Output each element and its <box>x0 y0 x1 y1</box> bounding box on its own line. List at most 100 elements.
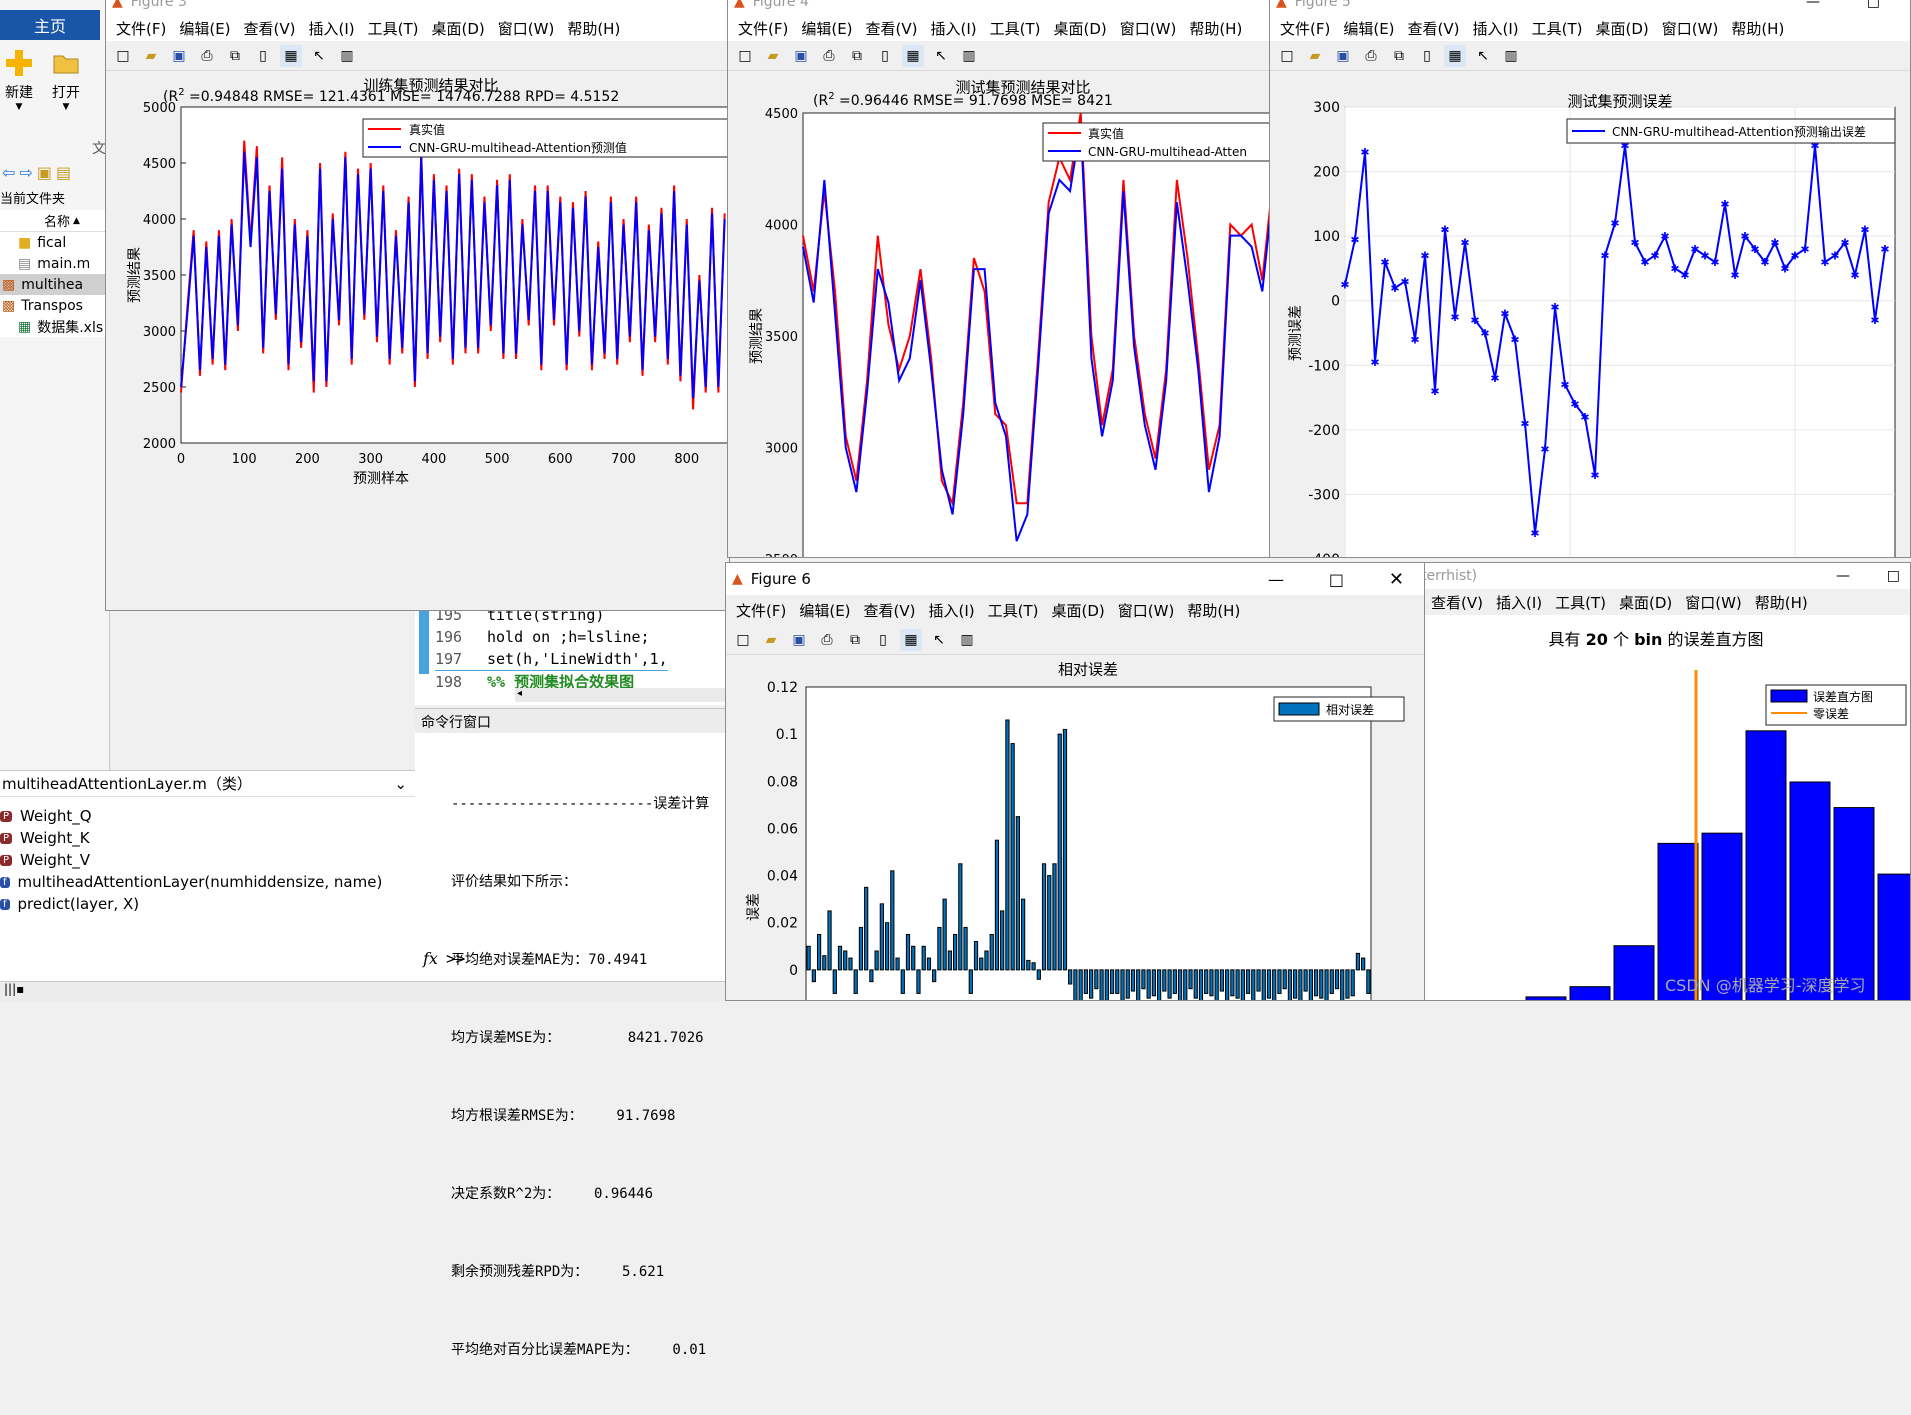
menu-file[interactable]: 文件(F) <box>734 18 797 39</box>
menu-window[interactable]: 窗口(W) <box>1116 18 1186 39</box>
code-line[interactable]: 196 hold on ;h=lsline; <box>435 626 668 648</box>
maximize-icon[interactable]: □ <box>1887 568 1900 584</box>
legend-icon[interactable]: ▦ <box>280 44 302 67</box>
list-item[interactable]: f multiheadAttentionLayer(numhiddensize, … <box>0 871 415 893</box>
pointer-icon[interactable]: ↖ <box>930 45 952 67</box>
menu-desktop[interactable]: 桌面(D) <box>1048 600 1114 621</box>
figure5-window[interactable]: ▲ Figure 5 — □ 文件(F) 编辑(E) 查看(V) 插入(I) 工具(T)… <box>1269 0 1911 558</box>
menu-edit[interactable]: 编辑(E) <box>795 600 859 621</box>
maximize-icon[interactable]: □ <box>1867 0 1880 10</box>
open-dropdown-icon[interactable]: ▼ <box>48 102 84 112</box>
minimize-icon[interactable]: — <box>1806 0 1820 10</box>
back-arrow-icon[interactable]: ⇦ <box>2 163 15 182</box>
link-icon[interactable]: ⧉ <box>224 45 246 67</box>
list-item[interactable]: ▦ 数据集.xls <box>0 316 110 337</box>
link-icon[interactable]: ⧉ <box>1388 45 1410 67</box>
print-icon[interactable]: ⎙ <box>196 45 218 67</box>
figure3-titlebar[interactable]: ▲ Figure 3 <box>106 0 729 15</box>
save-icon[interactable]: ▣ <box>1332 45 1354 67</box>
property-editor-icon[interactable]: ▥ <box>336 45 358 67</box>
save-icon[interactable]: ▣ <box>788 629 810 651</box>
menu-desktop[interactable]: 桌面(D) <box>1615 592 1681 613</box>
list-item[interactable]: ▩ multihea <box>0 274 110 295</box>
menu-help[interactable]: 帮助(H) <box>1727 18 1793 39</box>
list-item[interactable]: P Weight_K <box>0 827 415 849</box>
colorbar-icon[interactable]: ▯ <box>872 629 894 651</box>
menu-window[interactable]: 窗口(W) <box>1681 592 1751 613</box>
minimize-icon[interactable]: — <box>1268 570 1284 589</box>
property-editor-icon[interactable]: ▥ <box>1500 45 1522 67</box>
colorbar-icon[interactable]: ▯ <box>874 45 896 67</box>
menu-help[interactable]: 帮助(H) <box>1183 600 1249 621</box>
code-editor[interactable]: 195 title(string) 196 hold on ;h=lsline; 1… <box>415 600 725 705</box>
menu-help[interactable]: 帮助(H) <box>563 18 629 39</box>
menu-desktop[interactable]: 桌面(D) <box>1050 18 1116 39</box>
menu-help[interactable]: 帮助(H) <box>1185 18 1251 39</box>
menu-view[interactable]: 查看(V) <box>1404 18 1469 39</box>
list-item[interactable]: P Weight_Q <box>0 805 415 827</box>
link-icon[interactable]: ⧉ <box>846 45 868 67</box>
new-button[interactable]: 新建 ▼ <box>2 48 36 128</box>
menu-view[interactable]: 查看(V) <box>240 18 305 39</box>
menu-tools[interactable]: 工具(T) <box>984 600 1048 621</box>
property-editor-icon[interactable]: ▥ <box>956 629 978 651</box>
code-line[interactable]: 197 set(h,'LineWidth',1, <box>435 648 668 670</box>
menu-file[interactable]: 文件(F) <box>112 18 175 39</box>
new-figure-icon[interactable]: □ <box>732 629 754 651</box>
legend-icon[interactable]: ▦ <box>900 628 922 651</box>
figure4-titlebar[interactable]: ▲ Figure 4 <box>728 0 1271 15</box>
menu-insert[interactable]: 插入(I) <box>1469 18 1528 39</box>
figure6-titlebar[interactable]: ▲ Figure 6 — □ ✕ <box>726 563 1424 595</box>
menu-edit[interactable]: 编辑(E) <box>797 18 861 39</box>
figure4-window[interactable]: ▲ Figure 4 文件(F) 编辑(E) 查看(V) 插入(I) 工具(T) 桌面(D… <box>727 0 1272 558</box>
list-item[interactable]: ▤ main.m <box>0 253 110 274</box>
link-icon[interactable]: ⧉ <box>844 629 866 651</box>
errhist-titlebar[interactable]: terrhist) — □ <box>1421 563 1910 589</box>
list-item[interactable]: ▩ Transpos <box>0 295 110 316</box>
menu-tools[interactable]: 工具(T) <box>1551 592 1615 613</box>
menu-window[interactable]: 窗口(W) <box>1658 18 1728 39</box>
maximize-icon[interactable]: □ <box>1329 570 1344 589</box>
figure6-window[interactable]: ▲ Figure 6 — □ ✕ 文件(F) 编辑(E) 查看(V) 插入(I) 工具(… <box>725 562 1425 1001</box>
list-item[interactable]: P Weight_V <box>0 849 415 871</box>
menu-tools[interactable]: 工具(T) <box>364 18 428 39</box>
errhist-window[interactable]: terrhist) — □ 查看(V) 插入(I) 工具(T) 桌面(D) 窗口(W) 帮… <box>1420 562 1911 1001</box>
menu-edit[interactable]: 编辑(E) <box>1339 18 1403 39</box>
horizontal-scrollbar[interactable]: ◂ <box>515 688 725 702</box>
close-icon[interactable]: ✕ <box>1389 569 1404 590</box>
print-icon[interactable]: ⎙ <box>816 629 838 651</box>
command-window[interactable]: 命令行窗口 ------------------------误差计算 评价结果如… <box>415 708 725 1358</box>
menu-insert[interactable]: 插入(I) <box>925 600 984 621</box>
new-figure-icon[interactable]: □ <box>734 45 756 67</box>
figure5-titlebar[interactable]: ▲ Figure 5 — □ <box>1270 0 1910 15</box>
menu-insert[interactable]: 插入(I) <box>305 18 364 39</box>
pointer-icon[interactable]: ↖ <box>1472 45 1494 67</box>
menu-file[interactable]: 文件(F) <box>732 600 795 621</box>
menu-insert[interactable]: 插入(I) <box>1492 592 1551 613</box>
print-icon[interactable]: ⎙ <box>818 45 840 67</box>
new-figure-icon[interactable]: □ <box>1276 45 1298 67</box>
menu-desktop[interactable]: 桌面(D) <box>428 18 494 39</box>
menu-edit[interactable]: 编辑(E) <box>175 18 239 39</box>
save-icon[interactable]: ▣ <box>168 45 190 67</box>
print-icon[interactable]: ⎙ <box>1360 45 1382 67</box>
legend-icon[interactable]: ▦ <box>902 44 924 67</box>
list-item[interactable]: f predict(layer, X) <box>0 893 415 915</box>
new-dropdown-icon[interactable]: ▼ <box>2 102 36 112</box>
up-folder-icon[interactable]: ▣ <box>37 163 52 182</box>
legend-icon[interactable]: ▦ <box>1444 44 1466 67</box>
file-list-header[interactable]: 名称 ▲ <box>0 210 110 232</box>
browse-folder-icon[interactable]: ▤ <box>56 163 71 182</box>
open-icon[interactable]: ▰ <box>140 45 162 67</box>
save-icon[interactable]: ▣ <box>790 45 812 67</box>
chevron-down-icon[interactable]: ⌄ <box>394 775 407 793</box>
list-item[interactable]: ■ fical <box>0 232 110 253</box>
menu-tools[interactable]: 工具(T) <box>986 18 1050 39</box>
colorbar-icon[interactable]: ▯ <box>1416 45 1438 67</box>
menu-view[interactable]: 查看(V) <box>860 600 925 621</box>
menu-file[interactable]: 文件(F) <box>1276 18 1339 39</box>
property-editor-icon[interactable]: ▥ <box>958 45 980 67</box>
menu-view[interactable]: 查看(V) <box>862 18 927 39</box>
pointer-icon[interactable]: ↖ <box>928 629 950 651</box>
menu-window[interactable]: 窗口(W) <box>494 18 564 39</box>
